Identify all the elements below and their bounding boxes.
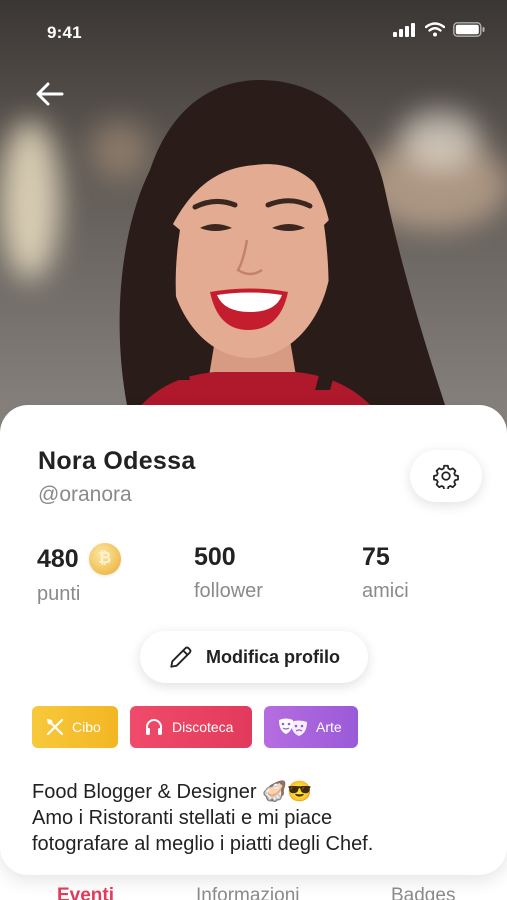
followers-label: follower (194, 580, 263, 602)
friends-label: amici (362, 580, 409, 602)
coin-icon: ₿ (88, 543, 121, 575)
pencil-icon (170, 646, 192, 668)
edit-profile-label: Modifica profilo (206, 646, 340, 667)
profile-tabs: Eventi Informazioni Badges (0, 880, 507, 900)
fork-knife-icon (46, 718, 64, 736)
tag-label: Arte (316, 719, 342, 735)
tab-informazioni[interactable]: Informazioni (196, 885, 300, 900)
headphones-icon (146, 719, 162, 735)
status-time: 9:41 (47, 23, 82, 42)
profile-handle: @oranora (38, 483, 132, 506)
profile-bio: Food Blogger & Designer 🦪😎 Amo i Ristora… (32, 779, 482, 857)
tag-label: Cibo (72, 719, 101, 735)
interest-tags: Cibo Discoteca Arte (32, 706, 358, 748)
tab-eventi[interactable]: Eventi (57, 885, 114, 900)
settings-button[interactable] (410, 450, 482, 502)
status-bar: 9:41 (0, 0, 507, 64)
points-label: punti (37, 583, 81, 605)
wifi-icon (425, 22, 445, 37)
edit-profile-button[interactable]: Modifica profilo (140, 631, 368, 683)
tab-badges[interactable]: Badges (391, 885, 455, 900)
profile-name: Nora Odessa (38, 447, 196, 475)
stat-followers[interactable]: 500 follower (194, 543, 263, 603)
battery-icon (453, 22, 485, 37)
followers-value: 500 (194, 543, 236, 571)
tag-label: Discoteca (172, 719, 234, 735)
bio-line: fotografare al meglio i piatti degli Che… (32, 833, 374, 855)
arrow-left-icon (36, 82, 64, 106)
bio-line: Amo i Ristoranti stellati e mi piace (32, 807, 333, 829)
points-value: 480 (37, 544, 79, 573)
stat-points[interactable]: 480 ₿ punti (37, 543, 121, 606)
tag-arte[interactable]: Arte (264, 706, 358, 748)
profile-cover-photo (0, 0, 507, 440)
stat-friends[interactable]: 75 amici (362, 543, 409, 603)
tag-cibo[interactable]: Cibo (32, 706, 118, 748)
profile-card: Nora Odessa @oranora 480 ₿ punti 500 fol… (0, 405, 507, 875)
friends-value: 75 (362, 543, 390, 571)
signal-icon (393, 22, 415, 37)
gear-icon (433, 464, 459, 489)
back-button[interactable] (30, 76, 70, 112)
tag-discoteca[interactable]: Discoteca (130, 706, 252, 748)
bio-line: Food Blogger & Designer 🦪😎 (32, 781, 312, 803)
theater-masks-icon (279, 718, 307, 736)
